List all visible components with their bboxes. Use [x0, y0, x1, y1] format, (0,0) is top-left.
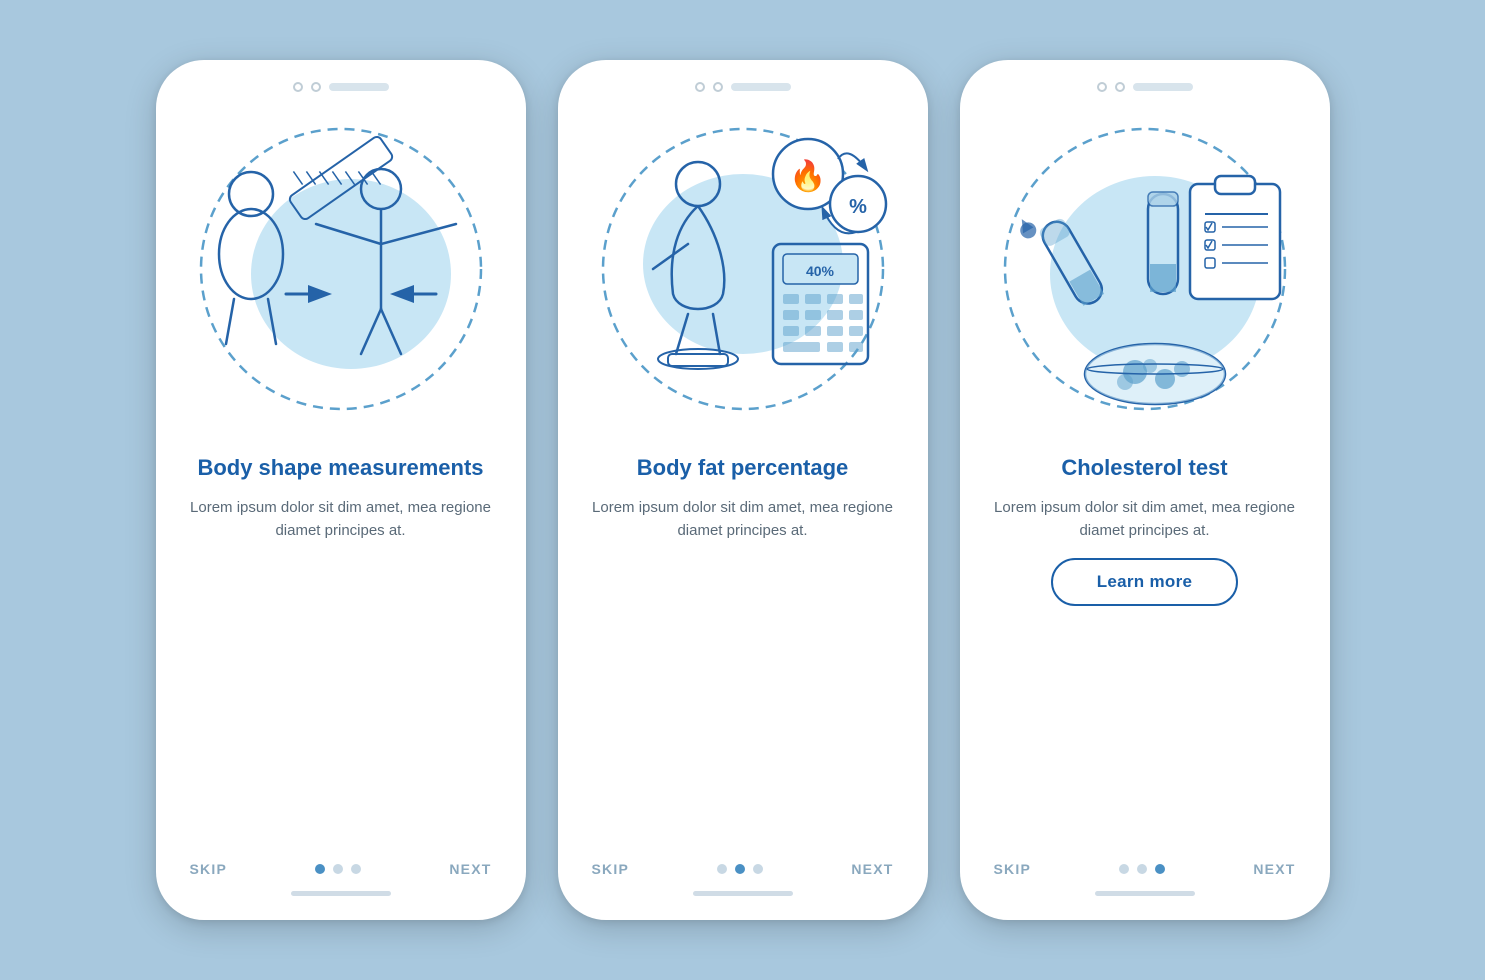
phone-3-description: Lorem ipsum dolor sit dim amet, mea regi…: [990, 496, 1300, 543]
status-dot-2: [311, 82, 321, 92]
phone-3: Cholesterol test Lorem ipsum dolor sit d…: [960, 60, 1330, 920]
phone-2-description: Lorem ipsum dolor sit dim amet, mea regi…: [588, 496, 898, 543]
dots-1: [315, 864, 361, 874]
home-indicator-2: [693, 891, 793, 896]
phone-1-description: Lorem ipsum dolor sit dim amet, mea regi…: [186, 496, 496, 543]
phones-container: Body shape measurements Lorem ipsum dolo…: [156, 60, 1330, 920]
dot-3-2: [1137, 864, 1147, 874]
phone-2-footer: SKIP NEXT: [578, 861, 908, 877]
status-dot-4: [713, 82, 723, 92]
phone-2: 40% 🔥: [558, 60, 928, 920]
svg-text:40%: 40%: [805, 263, 834, 279]
dot-2-2: [735, 864, 745, 874]
status-line-3: [1133, 83, 1193, 91]
skip-button-1[interactable]: SKIP: [190, 861, 227, 877]
home-indicator-3: [1095, 891, 1195, 896]
dot-1-3: [351, 864, 361, 874]
dot-2-3: [753, 864, 763, 874]
phone-1-content: Body shape measurements Lorem ipsum dolo…: [176, 454, 506, 861]
dot-1-2: [333, 864, 343, 874]
next-button-3[interactable]: NEXT: [1253, 861, 1295, 877]
svg-text:🔥: 🔥: [789, 158, 826, 193]
status-bar-3: [1097, 82, 1193, 92]
dot-2-1: [717, 864, 727, 874]
phone-1-footer: SKIP NEXT: [176, 861, 506, 877]
next-button-1[interactable]: NEXT: [449, 861, 491, 877]
phone-1-title: Body shape measurements: [197, 454, 483, 482]
phone-2-content: Body fat percentage Lorem ipsum dolor si…: [578, 454, 908, 861]
phone-2-title: Body fat percentage: [637, 454, 849, 482]
status-line-2: [731, 83, 791, 91]
skip-button-2[interactable]: SKIP: [592, 861, 629, 877]
phone-3-title: Cholesterol test: [1061, 454, 1227, 482]
phone-3-content: Cholesterol test Lorem ipsum dolor sit d…: [980, 454, 1310, 861]
learn-more-button[interactable]: Learn more: [1051, 558, 1239, 606]
dot-3-1: [1119, 864, 1129, 874]
next-button-2[interactable]: NEXT: [851, 861, 893, 877]
status-dot-3: [695, 82, 705, 92]
dot-3-3: [1155, 864, 1165, 874]
status-dot-1: [293, 82, 303, 92]
svg-text:%: %: [849, 196, 867, 218]
home-indicator-1: [291, 891, 391, 896]
dots-3: [1119, 864, 1165, 874]
dot-1-1: [315, 864, 325, 874]
body-shape-illustration: [186, 104, 496, 444]
status-dot-5: [1097, 82, 1107, 92]
status-line-1: [329, 83, 389, 91]
phone-1: Body shape measurements Lorem ipsum dolo…: [156, 60, 526, 920]
skip-button-3[interactable]: SKIP: [994, 861, 1031, 877]
cholesterol-illustration: [990, 104, 1300, 444]
body-fat-illustration: 40% 🔥: [588, 104, 898, 444]
status-dot-6: [1115, 82, 1125, 92]
dots-2: [717, 864, 763, 874]
status-bar-1: [293, 82, 389, 92]
phone-3-footer: SKIP NEXT: [980, 861, 1310, 877]
status-bar-2: [695, 82, 791, 92]
